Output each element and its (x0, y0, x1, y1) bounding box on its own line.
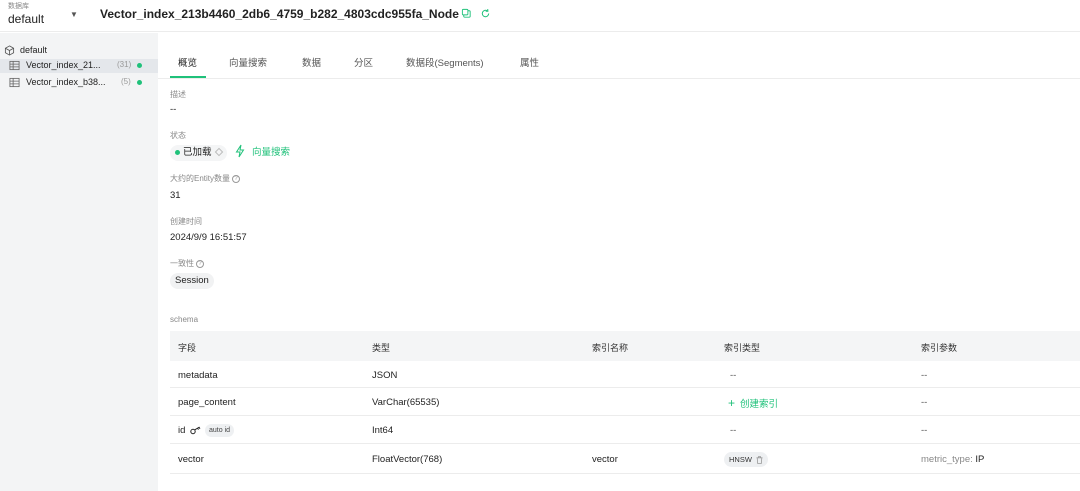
auto-id-badge: auto id (205, 424, 235, 437)
entity-count-value: 31 (170, 190, 181, 201)
field-name: id (178, 425, 186, 436)
column-header-type: 类型 (372, 343, 391, 353)
description-value: -- (170, 104, 177, 115)
collection-title: Vector_index_213b4460_2db6_4759_b282_480… (100, 7, 459, 21)
field-type: Int64 (372, 425, 394, 436)
table-row: metadata JSON -- -- (170, 361, 1080, 388)
field-type: JSON (372, 370, 398, 381)
trash-icon[interactable] (756, 456, 763, 464)
refresh-icon[interactable] (480, 8, 491, 19)
plus-icon: + (728, 396, 736, 410)
database-icon (4, 45, 15, 56)
database-select[interactable]: 数据库 default ▼ (0, 0, 88, 32)
create-index-label: 创建索引 (740, 399, 779, 410)
status-badge: 已加载 (170, 145, 227, 161)
tab-vector-search[interactable]: 向量搜索 (229, 55, 267, 69)
consistency-label: 一致性? (170, 258, 204, 269)
field-name: page_content (178, 397, 236, 408)
collection-count: (5) (121, 77, 131, 86)
consistency-label-text: 一致性 (170, 259, 194, 268)
schema-label: schema (170, 315, 199, 324)
tab-segments[interactable]: 数据段(Segments) (406, 55, 484, 69)
sidebar-item-collection-1[interactable]: Vector_index_21... (31) (0, 59, 158, 73)
help-icon[interactable]: ? (196, 259, 204, 268)
consistency-badge: Session (170, 273, 214, 289)
tree-item-database[interactable]: default (0, 44, 158, 58)
collection-count: (31) (117, 60, 132, 69)
index-type: HNSW (729, 455, 752, 464)
sidebar-item-collection-2[interactable]: Vector_index_b38... (5) (0, 76, 158, 90)
top-bar: 数据库 default ▼ Vector_index_213b4460_2db6… (0, 0, 1080, 32)
copy-icon[interactable] (461, 8, 472, 19)
metric-type-value: IP (975, 454, 985, 465)
loaded-status-dot (137, 80, 142, 85)
key-icon (190, 426, 201, 435)
created-time-label: 创建时间 (170, 217, 202, 226)
loaded-status-dot (137, 63, 142, 68)
bolt-icon[interactable] (234, 144, 246, 158)
table-icon (9, 77, 20, 88)
database-select-value: default (8, 12, 45, 26)
index-params: -- (921, 397, 928, 408)
tab-partitions[interactable]: 分区 (354, 55, 373, 69)
database-name: default (20, 45, 48, 55)
create-index-button[interactable]: + 创建索引 (728, 396, 778, 410)
index-type-badge: HNSW (724, 452, 768, 467)
tab-properties[interactable]: 属性 (520, 55, 539, 69)
index-type: -- (730, 425, 737, 436)
field-type: VarChar(65535) (372, 397, 440, 408)
vector-search-link[interactable]: 向量搜索 (252, 144, 290, 158)
table-row: vector FloatVector(768) vector HNSW metr… (170, 444, 1080, 474)
schema-table-header: 字段 类型 索引名称 索引类型 索引参数 (170, 331, 1080, 361)
field-name: metadata (178, 370, 218, 381)
tab-bar: 概览 向量搜索 数据 分区 数据段(Segments) 属性 (158, 33, 1080, 79)
column-header-field: 字段 (178, 343, 197, 353)
description-label: 描述 (170, 90, 186, 99)
table-row: id auto id Int64 -- -- (170, 416, 1080, 444)
sidebar: default Vector_index_21... (31) Vector_i… (0, 33, 158, 491)
index-params: -- (921, 370, 928, 381)
index-type: -- (730, 370, 737, 381)
help-icon[interactable]: ? (232, 174, 241, 183)
column-header-index-type: 索引类型 (724, 343, 761, 353)
table-row: page_content VarChar(65535) + 创建索引 -- (170, 388, 1080, 416)
collection-name: Vector_index_b38... (26, 77, 106, 87)
database-select-label: 数据库 (8, 3, 29, 10)
entity-count-label: 大约的Entity数量? (170, 173, 241, 184)
index-params: metric_type: IP (921, 454, 984, 465)
entity-count-label-text: 大约的Entity数量 (170, 174, 231, 183)
field-name: vector (178, 454, 204, 465)
loaded-status-dot (175, 149, 180, 155)
created-time-value: 2024/9/9 16:51:57 (170, 232, 247, 243)
field-type: FloatVector(768) (372, 454, 443, 465)
collection-name: Vector_index_21... (26, 60, 101, 70)
status-value: 已加载 (183, 147, 212, 158)
column-header-index-params: 索引参数 (921, 343, 958, 353)
release-icon[interactable] (214, 148, 223, 157)
column-header-index-name: 索引名称 (592, 343, 629, 353)
metric-type-key: metric_type: (921, 454, 973, 465)
tab-data[interactable]: 数据 (302, 55, 321, 69)
chevron-down-icon: ▼ (70, 10, 78, 19)
status-label: 状态 (170, 131, 186, 140)
active-tab-indicator (170, 76, 206, 78)
index-name: vector (592, 454, 618, 465)
table-icon (9, 60, 20, 71)
index-params: -- (921, 425, 928, 436)
main-panel: 概览 向量搜索 数据 分区 数据段(Segments) 属性 描述 -- 状态 … (158, 33, 1080, 491)
tab-overview[interactable]: 概览 (178, 55, 197, 69)
